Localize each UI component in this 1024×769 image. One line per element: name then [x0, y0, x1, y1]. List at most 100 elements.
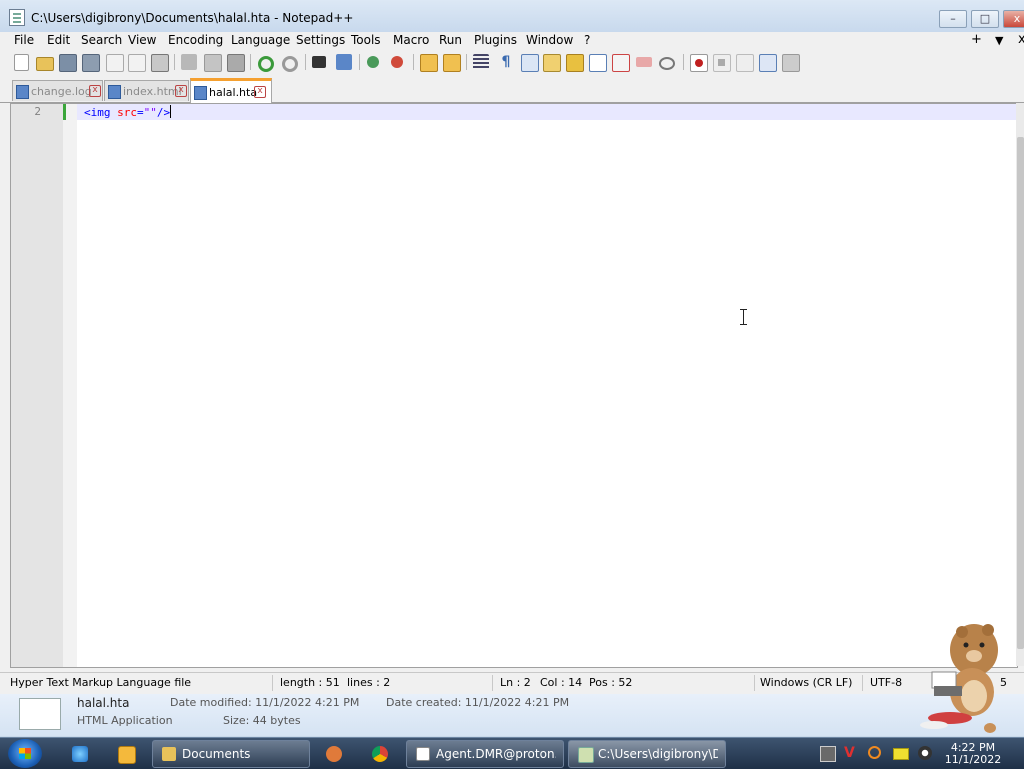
status-bar: Hyper Text Markup Language file length :… [0, 672, 1024, 693]
minimize-button[interactable]: – [939, 10, 967, 28]
toolbar-separator [250, 54, 251, 70]
zoom-out-icon[interactable] [391, 56, 403, 68]
taskbar-button-notepadpp[interactable]: C:\Users\digibrony\D... [568, 740, 726, 768]
current-line-highlight [77, 104, 1017, 120]
vertical-scrollbar[interactable] [1016, 103, 1024, 666]
file-icon [194, 86, 207, 100]
function-list-icon[interactable] [589, 54, 607, 72]
paste-icon[interactable] [227, 54, 245, 72]
clock-date: 11/1/2022 [944, 753, 1002, 766]
status-column: Col : 14 [540, 676, 583, 689]
preview-eye-icon[interactable] [659, 57, 675, 70]
status-separator [754, 675, 755, 691]
taskbar-button-documents[interactable]: Documents [152, 740, 310, 768]
tray-volume-icon[interactable] [918, 746, 932, 760]
taskbar-button-label: Documents [182, 747, 251, 761]
menu-run[interactable]: Run [439, 33, 462, 47]
redo-icon[interactable] [282, 56, 298, 72]
undo-icon[interactable] [258, 56, 274, 72]
start-button-windows-icon[interactable] [8, 739, 42, 768]
indent-guide-icon[interactable] [521, 54, 539, 72]
document-map-icon[interactable] [566, 54, 584, 72]
close-file-icon[interactable] [106, 54, 124, 72]
close-all-icon[interactable] [128, 54, 146, 72]
word-wrap-icon[interactable] [473, 54, 489, 70]
tab-index-html[interactable]: index.html x [104, 80, 189, 101]
menu-window[interactable]: Window [526, 33, 573, 47]
code-line[interactable]: <img src=""/> [84, 105, 172, 119]
media-player-icon[interactable] [118, 746, 136, 764]
show-all-characters-icon[interactable]: ¶ [498, 54, 514, 70]
toolbar-separator [683, 54, 684, 70]
menu-file[interactable]: File [14, 33, 34, 47]
menu-macro[interactable]: Macro [393, 33, 429, 47]
status-separator [272, 675, 273, 691]
status-lines: lines : 2 [347, 676, 391, 689]
record-macro-icon[interactable] [690, 54, 708, 72]
chrome-icon[interactable] [372, 746, 388, 762]
tab-change-log[interactable]: change.log x [12, 80, 103, 101]
copy-icon[interactable] [204, 54, 222, 72]
menu-tools[interactable]: Tools [351, 33, 381, 47]
print-icon[interactable] [151, 54, 169, 72]
maximize-button[interactable]: □ [971, 10, 999, 28]
menu-settings[interactable]: Settings [296, 33, 345, 47]
menu-plugins[interactable]: Plugins [474, 33, 517, 47]
new-tab-plus-icon[interactable]: + [971, 32, 982, 47]
document-tabs: change.log x index.html x halal.hta x [0, 78, 1024, 104]
editor-area[interactable]: 2 <img src=""/> [10, 103, 1018, 668]
close-document-icon[interactable]: x [1018, 32, 1024, 47]
zoom-in-icon[interactable] [367, 56, 379, 68]
tray-search-icon[interactable] [868, 746, 881, 759]
status-line-number: Ln : 2 [500, 676, 531, 689]
run-macro-multiple-icon[interactable] [759, 54, 777, 72]
status-separator [492, 675, 493, 691]
menu-edit[interactable]: Edit [47, 33, 70, 47]
play-macro-icon[interactable] [736, 54, 754, 72]
tab-halal-hta[interactable]: halal.hta x [190, 78, 272, 104]
find-icon[interactable] [312, 56, 326, 68]
ibeam-cursor-icon [740, 309, 748, 325]
tab-close-icon[interactable]: x [254, 86, 266, 98]
save-all-icon[interactable] [82, 54, 100, 72]
tab-close-icon[interactable]: x [175, 85, 187, 97]
menu-language[interactable]: Language [231, 33, 290, 47]
save-macro-icon[interactable] [782, 54, 800, 72]
menu-view[interactable]: View [128, 33, 156, 47]
file-icon [108, 85, 121, 99]
scrollbar-thumb[interactable] [1017, 137, 1024, 649]
menu-encoding[interactable]: Encoding [168, 33, 223, 47]
sync-vertical-scroll-icon[interactable] [420, 54, 438, 72]
tray-network-icon[interactable] [820, 746, 836, 762]
notepadpp-app-icon[interactable] [9, 9, 25, 26]
tab-list-dropdown-icon[interactable]: ▼ [995, 34, 1003, 47]
sync-horizontal-scroll-icon[interactable] [443, 54, 461, 72]
stop-recording-icon[interactable] [713, 54, 731, 72]
code-equals: = [137, 106, 144, 119]
replace-icon[interactable] [336, 54, 352, 70]
menu-help[interactable]: ? [584, 33, 590, 47]
folder-as-workspace-icon[interactable] [612, 54, 630, 72]
paint-app-icon[interactable] [326, 746, 342, 762]
close-button[interactable]: x [1003, 10, 1024, 28]
tab-close-icon[interactable]: x [89, 85, 101, 97]
status-eol-format[interactable]: Windows (CR LF) [760, 676, 852, 689]
taskbar-button-label: C:\Users\digibrony\D... [598, 747, 718, 761]
tray-message-icon[interactable] [893, 748, 909, 760]
tray-antivirus-icon[interactable]: V [844, 746, 858, 760]
cut-icon[interactable] [181, 54, 197, 70]
taskbar-button-agent-dmr[interactable]: Agent.DMR@proton... [406, 740, 564, 768]
internet-explorer-icon[interactable] [72, 746, 88, 762]
user-defined-language-icon[interactable] [543, 54, 561, 72]
title-bar[interactable]: C:\Users\digibrony\Documents\halal.hta -… [0, 0, 1024, 32]
monitoring-icon[interactable] [636, 57, 652, 67]
open-file-icon[interactable] [36, 57, 54, 71]
save-icon[interactable] [59, 54, 77, 72]
status-encoding[interactable]: UTF-8 [870, 676, 902, 689]
menu-search[interactable]: Search [81, 33, 122, 47]
taskbar-button-label: Agent.DMR@proton... [436, 747, 556, 761]
line-number-gutter[interactable] [11, 104, 63, 667]
fold-margin[interactable] [63, 104, 77, 667]
taskbar-clock[interactable]: 4:22 PM 11/1/2022 [940, 742, 1006, 766]
new-file-icon[interactable] [14, 54, 29, 71]
